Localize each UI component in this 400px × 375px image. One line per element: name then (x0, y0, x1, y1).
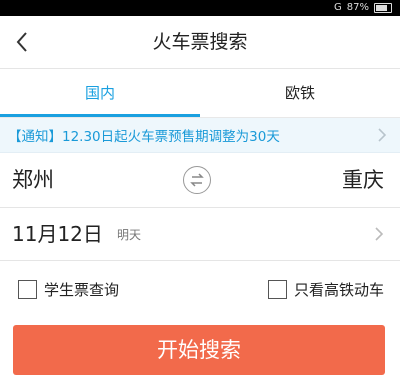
battery-icon (374, 3, 392, 13)
back-button[interactable] (4, 22, 40, 62)
departure-station[interactable]: 郑州 (12, 153, 54, 207)
status-bar: G 87% (0, 0, 400, 16)
swap-arrows-icon (190, 173, 204, 187)
chevron-right-icon (375, 227, 384, 241)
status-icons: G 87% (334, 0, 392, 16)
chevron-right-icon (378, 128, 387, 142)
departure-date: 11月12日 (12, 222, 103, 246)
network-label: G (334, 2, 342, 13)
relative-day-label: 明天 (117, 228, 142, 242)
page-title: 火车票搜索 (152, 31, 248, 53)
high-speed-only-option[interactable]: 只看高铁动车 (267, 277, 384, 301)
notice-bar[interactable]: 【通知】12.30日起火车票预售期调整为30天 (0, 118, 400, 153)
tab-bar: 国内 欧铁 (0, 69, 400, 117)
high-speed-only-label: 只看高铁动车 (293, 280, 384, 299)
tab-domestic[interactable]: 国内 (0, 69, 200, 117)
notice-text: 【通知】12.30日起火车票预售期调整为30天 (8, 129, 280, 145)
chevron-left-icon (16, 32, 27, 52)
tab-europe-rail[interactable]: 欧铁 (200, 69, 400, 117)
arrival-station[interactable]: 重庆 (342, 153, 384, 207)
student-ticket-label: 学生票查询 (44, 280, 120, 299)
options-row: 学生票查询 只看高铁动车 (0, 261, 400, 317)
battery-percent: 87% (346, 2, 369, 13)
date-selector[interactable]: 11月12日 明天 (0, 208, 400, 261)
swap-stations-button[interactable] (183, 166, 211, 194)
tab-europe-rail-label: 欧铁 (284, 84, 315, 102)
header: 火车票搜索 (0, 16, 400, 69)
tab-domestic-label: 国内 (84, 84, 115, 102)
stations-row: 郑州 重庆 (0, 153, 400, 208)
student-ticket-option[interactable]: 学生票查询 (18, 277, 119, 301)
student-ticket-checkbox[interactable] (18, 279, 37, 299)
high-speed-only-checkbox[interactable] (267, 279, 287, 299)
